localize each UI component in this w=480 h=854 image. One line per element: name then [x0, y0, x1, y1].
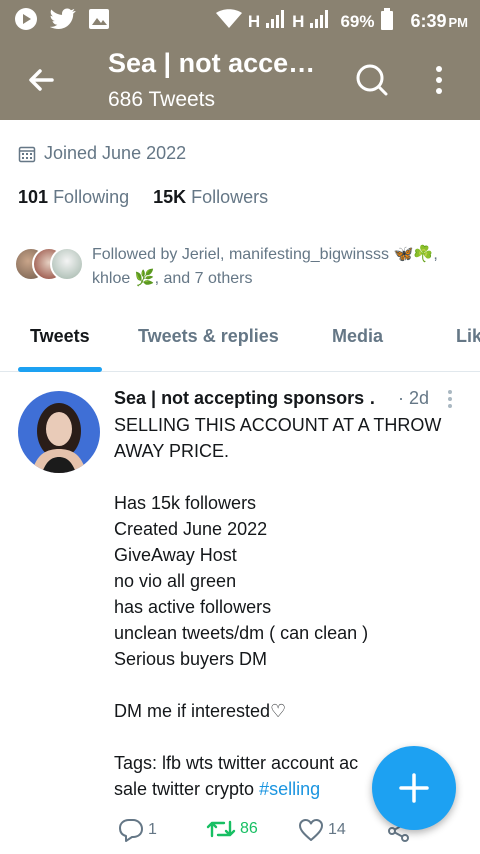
- profile-header: Sea | not acce… 686 Tweets: [0, 38, 480, 120]
- tweet-line: [114, 672, 464, 698]
- tweet-line: GiveAway Host: [114, 545, 237, 565]
- status-bar: H H 69% 6:39 PM: [0, 0, 480, 38]
- clock: 6:39 PM: [410, 11, 468, 32]
- tab-likes[interactable]: Lik: [456, 326, 480, 347]
- tweet-menu-button[interactable]: [444, 388, 456, 410]
- tweet-line: DM me if interested♡: [114, 701, 287, 721]
- followers-label: Followers: [191, 187, 269, 207]
- avatar-image: [18, 391, 100, 473]
- followed-by-row[interactable]: Followed by Jeriel, manifesting_bigwinss…: [14, 243, 474, 293]
- tab-media[interactable]: Media: [332, 326, 383, 347]
- header-title: Sea | not acce…: [108, 48, 316, 78]
- tweet-line: no vio all green: [114, 571, 237, 591]
- tab-tweets[interactable]: Tweets: [30, 326, 90, 347]
- tweet-author-name[interactable]: Sea | not accepting sponsors …: [114, 388, 376, 409]
- more-vertical-icon: [436, 66, 442, 94]
- tweet-line: has active followers: [114, 597, 272, 617]
- tweet-header: Sea | not accepting sponsors … · 2d: [114, 388, 474, 412]
- tags-line-text: Tags: lfb wts twitter account ac: [114, 753, 359, 773]
- wifi-icon: [215, 9, 242, 34]
- tweet-line: Created June 2022: [114, 519, 268, 539]
- profile-tabs: Tweets Tweets & replies Media Lik: [0, 310, 480, 372]
- following-link[interactable]: 101 Following: [18, 187, 129, 208]
- battery-percent: 69%: [340, 11, 375, 31]
- play-icon: [14, 7, 38, 36]
- following-label: Following: [53, 187, 130, 207]
- tweet-text: SELLING THIS ACCOUNT AT A THROW AWAY PRI…: [114, 412, 464, 802]
- reply-icon: [119, 819, 143, 842]
- retweet-count: 86: [240, 820, 258, 837]
- search-button[interactable]: [352, 60, 392, 100]
- followers-count: 15K: [153, 187, 187, 207]
- compose-tweet-button[interactable]: [372, 746, 456, 830]
- tweet-author-avatar[interactable]: [18, 391, 100, 473]
- reply-count: 1: [148, 821, 157, 838]
- calendar-icon: [18, 146, 36, 162]
- clock-time: 6:39: [410, 11, 447, 31]
- clock-ampm: PM: [448, 15, 469, 30]
- reply-button[interactable]: 1: [118, 818, 157, 842]
- back-arrow-icon: [29, 69, 54, 91]
- follower-avatars: [14, 247, 88, 283]
- network-type-label-2: H: [292, 11, 305, 31]
- network-type-label: H: [247, 11, 261, 31]
- twitter-bird-icon: [49, 8, 76, 35]
- overflow-menu-button[interactable]: [424, 60, 454, 100]
- like-count: 14: [328, 821, 346, 838]
- like-button[interactable]: 14: [298, 818, 346, 842]
- retweet-button[interactable]: 86: [206, 818, 258, 840]
- follow-stats: 101 Following 15K Followers: [18, 187, 268, 208]
- tweet-line: [114, 464, 464, 490]
- more-vertical-icon: [448, 390, 452, 408]
- followed-by-line-1: Followed by Jeriel, manifesting_bigwinss…: [92, 246, 438, 263]
- tweet-count: 686 Tweets: [108, 88, 216, 111]
- active-tab-indicator: [18, 367, 102, 372]
- signal-icon-2: [310, 10, 330, 33]
- tags-line-text-2: sale twitter crypto: [114, 779, 255, 799]
- tweet-line: SELLING THIS ACCOUNT AT A THROW: [114, 415, 442, 435]
- plus-icon: [399, 773, 429, 803]
- tweet-line: unclean tweets/dm ( can clean ): [114, 623, 369, 643]
- retweet-icon: [206, 820, 236, 838]
- tab-tweets-replies[interactable]: Tweets & replies: [138, 326, 279, 347]
- followed-by-text: Followed by Jeriel, manifesting_bigwinss…: [92, 243, 472, 291]
- followed-by-line-2: khloe 🌿, and 7 others: [92, 270, 253, 287]
- joined-date: Joined June 2022: [18, 143, 186, 164]
- tweet-line: Has 15k followers: [114, 493, 257, 513]
- image-icon: [88, 8, 110, 35]
- battery-icon: [380, 8, 394, 35]
- joined-text: Joined June 2022: [44, 143, 187, 163]
- followers-link[interactable]: 15K Followers: [153, 187, 268, 208]
- tweet-line: Serious buyers DM: [114, 649, 268, 669]
- heart-icon: [299, 819, 323, 841]
- search-icon: [356, 64, 388, 96]
- signal-icon: [266, 10, 286, 33]
- tweet-line: AWAY PRICE.: [114, 441, 230, 461]
- avatar: [50, 247, 84, 281]
- hashtag-link[interactable]: #selling: [259, 779, 320, 799]
- back-button[interactable]: [22, 60, 62, 100]
- tweet-timestamp: · 2d: [398, 388, 430, 408]
- following-count: 101: [18, 187, 49, 207]
